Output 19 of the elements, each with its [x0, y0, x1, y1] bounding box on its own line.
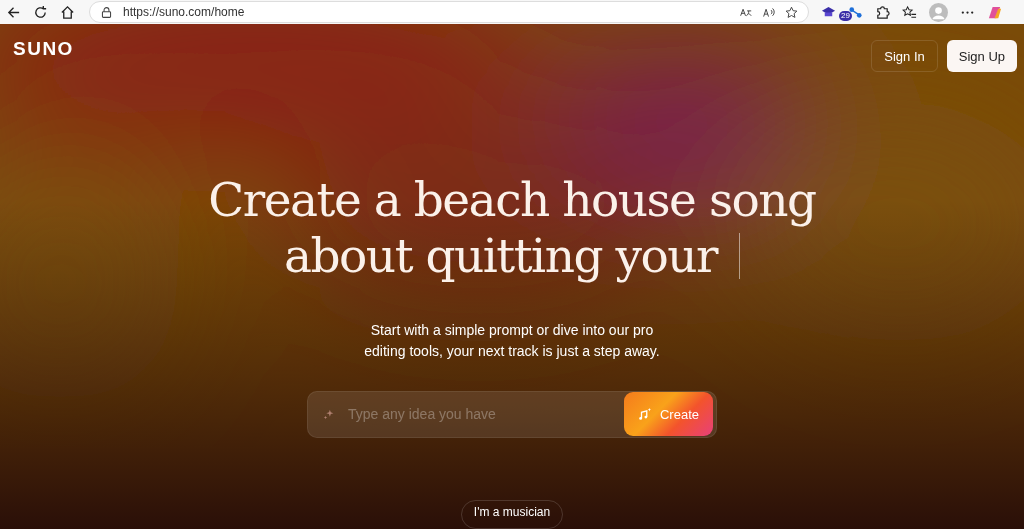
logo[interactable]: SUNO — [13, 38, 74, 60]
copilot-icon[interactable] — [987, 4, 1002, 20]
subtitle: editing tools, your next track is just a step away. — [364, 342, 660, 361]
favorites-icon[interactable] — [902, 4, 917, 20]
text-cursor — [739, 233, 741, 279]
music-note-icon — [638, 407, 652, 422]
puzzle-icon[interactable] — [875, 4, 890, 20]
extension-badge: 29 — [839, 11, 852, 21]
subtitle: Start with a simple prompt or dive into our pro — [370, 321, 654, 340]
refresh-icon[interactable] — [33, 4, 48, 20]
headline: about quitting your — [283, 228, 718, 284]
headline: Create a beach house song — [208, 172, 816, 228]
header-button[interactable]: Sign In — [871, 40, 938, 72]
read-aloud-icon[interactable] — [762, 5, 775, 19]
header-button[interactable]: Sign Up — [946, 40, 1017, 72]
home-icon[interactable] — [60, 4, 75, 20]
lock-icon[interactable] — [100, 5, 113, 19]
star-icon[interactable] — [785, 5, 798, 19]
address-bar[interactable]: https://suno.com/home — [89, 1, 809, 23]
